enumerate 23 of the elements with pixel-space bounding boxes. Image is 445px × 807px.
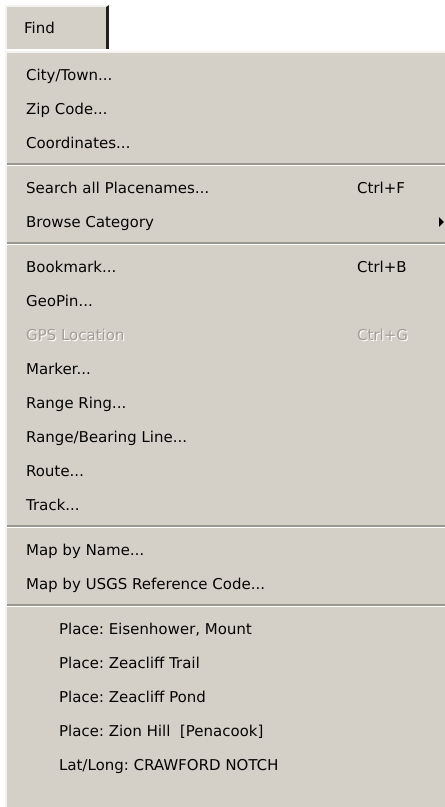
menu-item[interactable]: Search all Placenames... — [26, 179, 210, 197]
menu-item[interactable]: Place: Zeacliff Trail — [59, 654, 200, 672]
menu-item[interactable]: Bookmark... — [26, 258, 116, 276]
menu-item[interactable]: GeoPin... — [26, 292, 93, 310]
menu-item[interactable]: Browse Category — [26, 213, 154, 231]
menu-item[interactable]: Place: Zion Hill [Penacook] — [59, 722, 264, 740]
menu-item[interactable]: Lat/Long: CRAWFORD NOTCH — [59, 756, 278, 774]
menu-item[interactable]: Route... — [26, 462, 84, 480]
menu-item[interactable]: Track... — [26, 496, 80, 514]
menu-item[interactable]: Place: Eisenhower, Mount — [59, 620, 252, 638]
menu-item[interactable]: Map by Name... — [26, 541, 144, 559]
menu-item[interactable]: Place: Zeacliff Pond — [59, 688, 206, 706]
menu-item[interactable]: Map by USGS Reference Code... — [26, 575, 266, 593]
menu-item[interactable]: Coordinates... — [26, 134, 130, 152]
menu-item[interactable]: Range Ring... — [26, 394, 126, 412]
menu-item[interactable]: Zip Code... — [26, 100, 108, 118]
menu-title[interactable]: Find — [5, 5, 109, 49]
shortcut-label: Ctrl+B — [357, 258, 407, 276]
menu-item[interactable]: City/Town... — [26, 66, 112, 84]
menu-item[interactable]: Range/Bearing Line... — [26, 428, 188, 446]
submenu-arrow-icon — [439, 217, 444, 227]
shortcut-label: Ctrl+F — [357, 179, 405, 197]
menu-item[interactable]: Marker... — [26, 360, 91, 378]
